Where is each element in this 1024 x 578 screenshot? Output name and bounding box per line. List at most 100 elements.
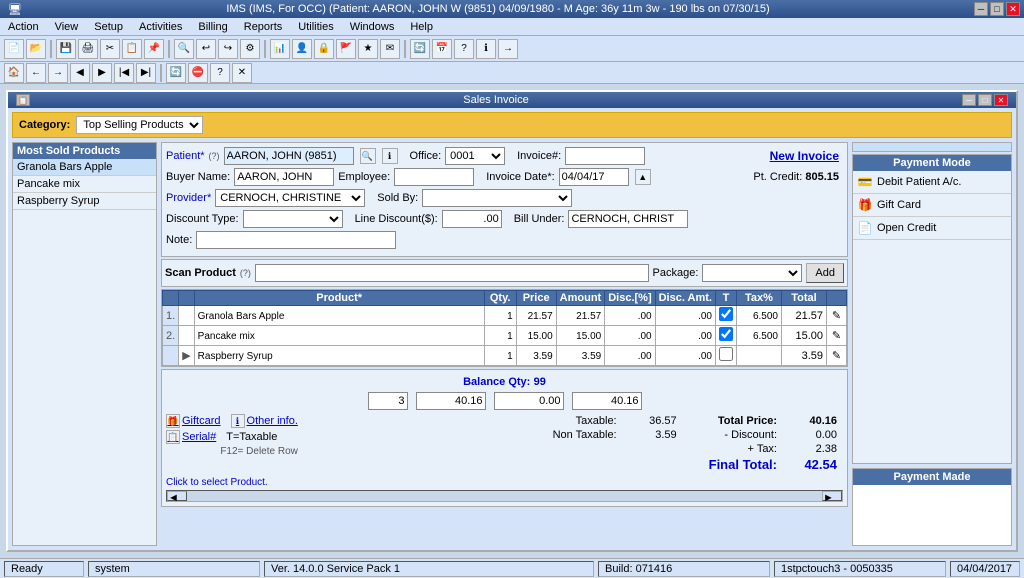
tax-input-2[interactable]: [740, 351, 778, 362]
row-product-0[interactable]: [194, 306, 484, 326]
horizontal-scrollbar[interactable]: ◄ ►: [166, 490, 843, 502]
total-total-input[interactable]: [572, 392, 642, 410]
t-checkbox-2[interactable]: [719, 347, 733, 361]
tb-flag[interactable]: 🚩: [336, 39, 356, 59]
row-t-0[interactable]: [716, 306, 737, 326]
invoice-input[interactable]: [565, 147, 645, 165]
serial-link[interactable]: 📋 Serial#: [166, 430, 216, 444]
payment-mode-giftcard[interactable]: 🎁 Gift Card: [853, 194, 1011, 217]
tb-lock[interactable]: 🔒: [314, 39, 334, 59]
row-amount-2[interactable]: [556, 346, 605, 366]
row-product-1[interactable]: [194, 326, 484, 346]
employee-input[interactable]: [394, 168, 474, 186]
row-disc-pct-0[interactable]: [605, 306, 655, 326]
add-button[interactable]: Add: [806, 263, 844, 283]
row-icon-2[interactable]: ✎: [827, 346, 847, 366]
amount-input-2[interactable]: [560, 351, 602, 362]
sidebar-item-pancake[interactable]: Pancake mix: [13, 176, 156, 193]
tb2-cross[interactable]: ✕: [232, 63, 252, 83]
date-picker-icon[interactable]: ▲: [635, 169, 651, 185]
scroll-left-btn[interactable]: ◄: [167, 491, 187, 501]
tax-input-0[interactable]: [740, 311, 778, 322]
price-input-2[interactable]: [520, 351, 553, 362]
tb2-question[interactable]: ?: [210, 63, 230, 83]
row-disc-pct-1[interactable]: [605, 326, 655, 346]
tb-copy[interactable]: 📋: [122, 39, 142, 59]
tb2-forward[interactable]: →: [48, 63, 68, 83]
tb-redo[interactable]: ↪: [218, 39, 238, 59]
other-info-link[interactable]: ℹ Other info.: [231, 414, 298, 428]
menu-action[interactable]: Action: [4, 20, 43, 34]
row-t-2[interactable]: [716, 346, 737, 366]
buyer-input[interactable]: [234, 168, 334, 186]
menu-billing[interactable]: Billing: [194, 20, 231, 34]
row-disc-pct-2[interactable]: [605, 346, 655, 366]
row-qty-1[interactable]: [484, 326, 516, 346]
sold-by-select[interactable]: [422, 189, 572, 207]
tb-undo[interactable]: ↩: [196, 39, 216, 59]
row-price-2[interactable]: [516, 346, 556, 366]
tb-paste[interactable]: 📌: [144, 39, 164, 59]
tb-settings[interactable]: ⚙: [240, 39, 260, 59]
tb-calendar[interactable]: 📅: [432, 39, 452, 59]
sidebar-item-granola[interactable]: Granola Bars Apple: [13, 159, 156, 176]
tb-print[interactable]: 🖨: [78, 39, 98, 59]
row-tax-2[interactable]: [737, 346, 782, 366]
row-qty-2[interactable]: [484, 346, 516, 366]
row-price-0[interactable]: [516, 306, 556, 326]
click-to-select-link[interactable]: Click to select Product.: [166, 477, 843, 488]
tb-save[interactable]: 💾: [56, 39, 76, 59]
menu-windows[interactable]: Windows: [346, 20, 399, 34]
menu-activities[interactable]: Activities: [135, 20, 186, 34]
row-tax-1[interactable]: [737, 326, 782, 346]
disc-amt-input-1[interactable]: [659, 331, 712, 342]
minimize-button[interactable]: ─: [974, 2, 988, 16]
tb-search[interactable]: 🔍: [174, 39, 194, 59]
product-input-2[interactable]: [198, 351, 481, 362]
tb2-stop[interactable]: ⛔: [188, 63, 208, 83]
giftcard-link[interactable]: 🎁 Giftcard: [166, 414, 221, 428]
tb-refresh[interactable]: 🔄: [410, 39, 430, 59]
office-select[interactable]: 0001: [445, 147, 505, 165]
tb-mail[interactable]: ✉: [380, 39, 400, 59]
scroll-right-btn[interactable]: ►: [822, 491, 842, 501]
total-qty-input[interactable]: [368, 392, 408, 410]
tb-new[interactable]: 📄: [4, 39, 24, 59]
row-disc-amt-0[interactable]: [655, 306, 715, 326]
row-price-1[interactable]: [516, 326, 556, 346]
payment-mode-opencredit[interactable]: 📄 Open Credit: [853, 217, 1011, 240]
row-tax-0[interactable]: [737, 306, 782, 326]
t-checkbox-1[interactable]: [719, 327, 733, 341]
disc-pct-input-0[interactable]: [608, 311, 651, 322]
tb2-refresh[interactable]: 🔄: [166, 63, 186, 83]
row-expand-1[interactable]: [179, 326, 194, 346]
tb2-home[interactable]: 🏠: [4, 63, 24, 83]
row-expand-2[interactable]: ▶: [179, 346, 194, 366]
discount-type-select[interactable]: [243, 210, 343, 228]
qty-input-0[interactable]: [488, 311, 513, 322]
t-checkbox-0[interactable]: [719, 307, 733, 321]
product-input-0[interactable]: [198, 311, 481, 322]
row-expand-0[interactable]: [179, 306, 194, 326]
disc-pct-input-2[interactable]: [608, 351, 651, 362]
restore-button[interactable]: □: [990, 2, 1004, 16]
tb-open[interactable]: 📂: [26, 39, 46, 59]
menu-utilities[interactable]: Utilities: [294, 20, 337, 34]
row-qty-0[interactable]: [484, 306, 516, 326]
total-disc-input[interactable]: [494, 392, 564, 410]
new-invoice-link[interactable]: New Invoice: [770, 149, 839, 163]
win-minimize[interactable]: ─: [962, 94, 976, 106]
scan-input[interactable]: [255, 264, 649, 282]
patient-input[interactable]: [224, 147, 354, 165]
invoice-date-input[interactable]: [559, 168, 629, 186]
amount-input-0[interactable]: [560, 311, 602, 322]
tb-info[interactable]: ℹ: [476, 39, 496, 59]
note-input[interactable]: [196, 231, 396, 249]
qty-input-2[interactable]: [488, 351, 513, 362]
category-select[interactable]: Top Selling Products: [76, 116, 203, 134]
menu-help[interactable]: Help: [406, 20, 437, 34]
disc-pct-input-1[interactable]: [608, 331, 651, 342]
qty-input-1[interactable]: [488, 331, 513, 342]
tax-input-1[interactable]: [740, 331, 778, 342]
total-amount-input[interactable]: [416, 392, 486, 410]
